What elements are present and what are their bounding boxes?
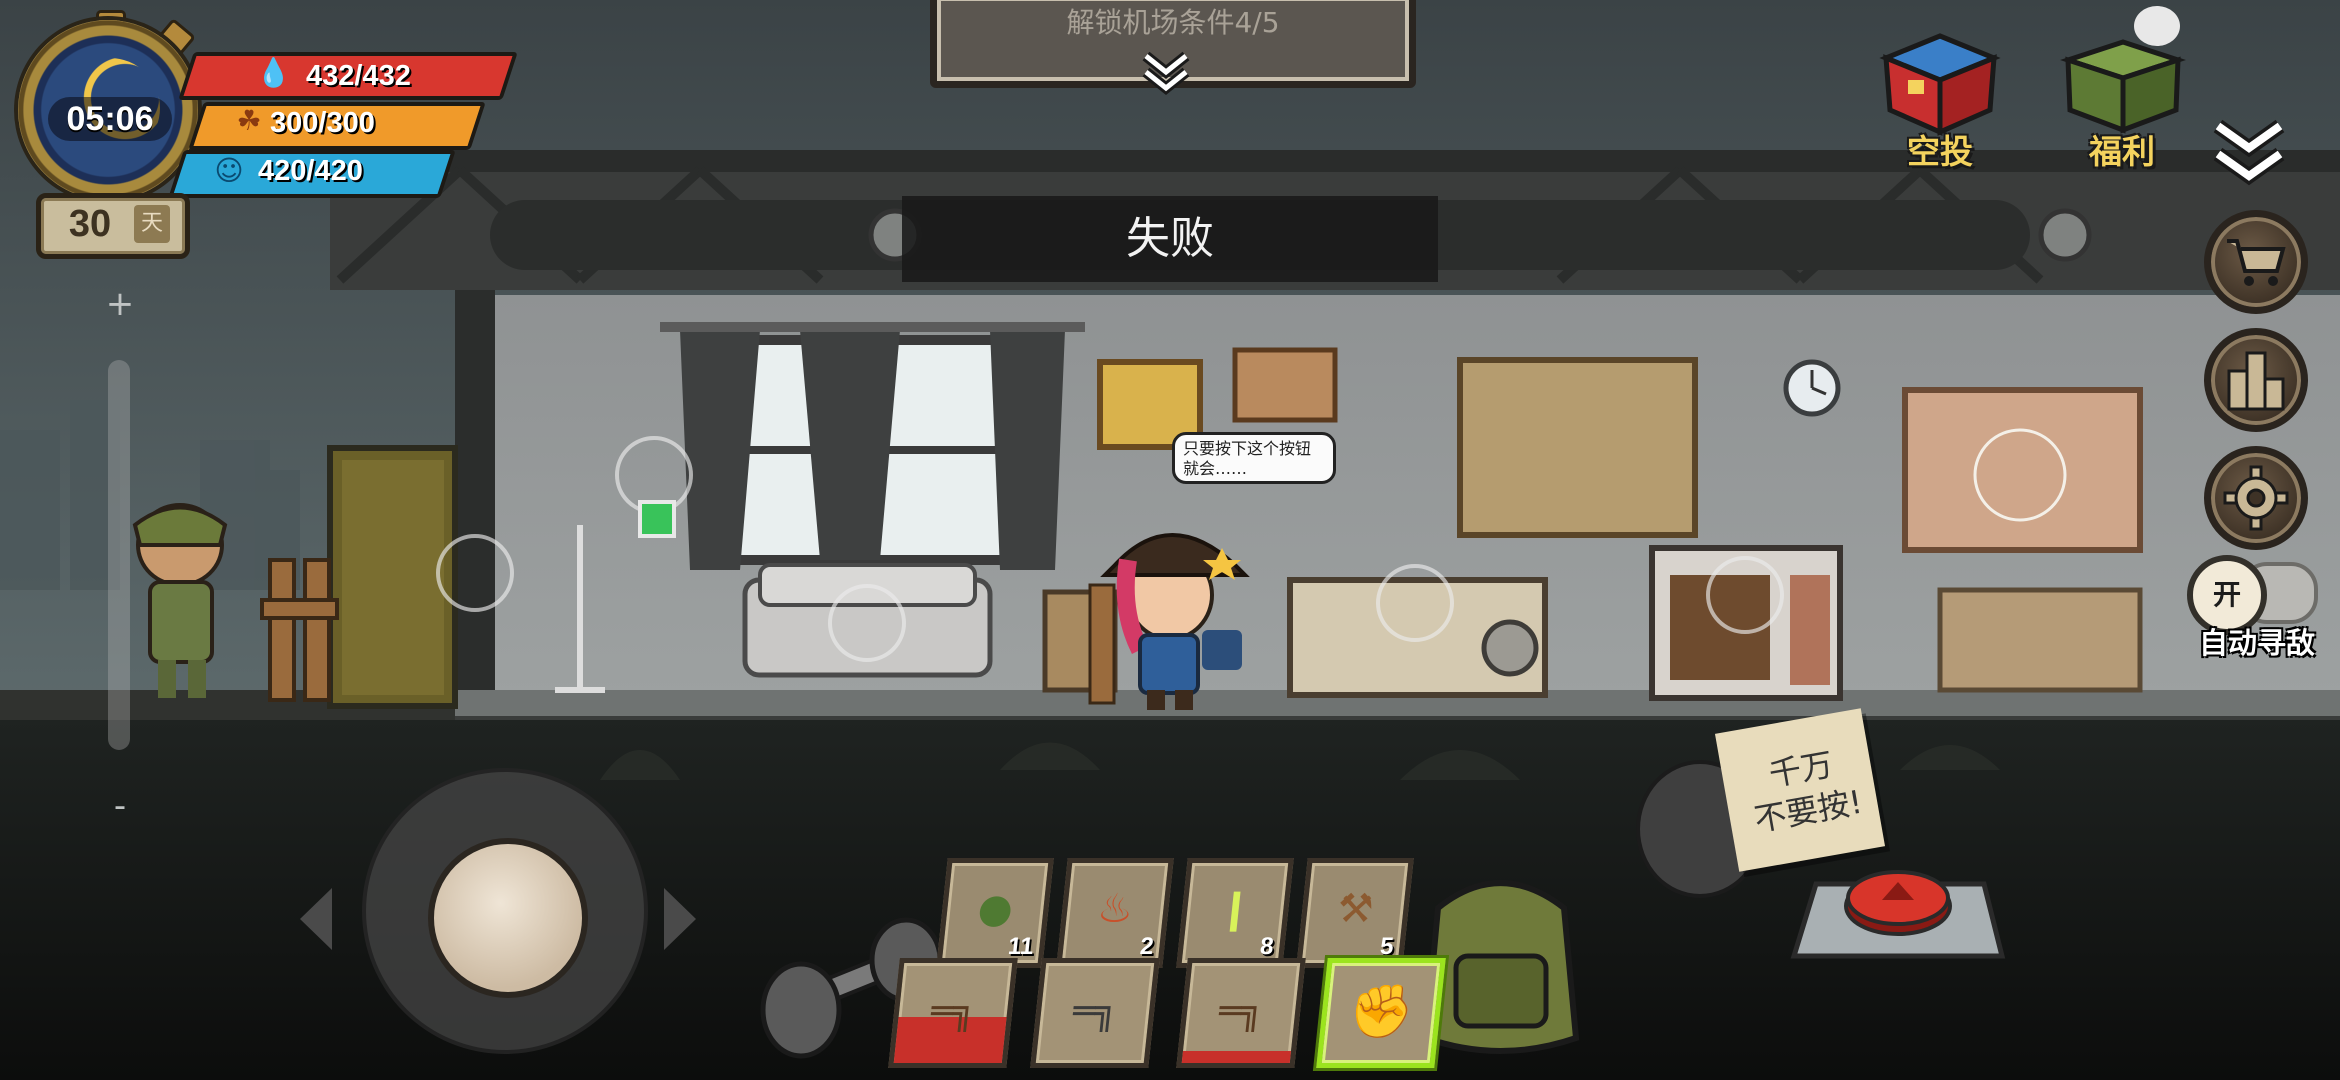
unlock-condition-text: 解锁机场条件4/5 [1066,6,1280,39]
airdrop-label: 空投 [1907,133,1973,170]
water-value: 420/420 [258,155,363,187]
zoom-in-button[interactable]: + [100,284,140,324]
day-unit: 天 [134,205,170,243]
speech-line-1: 只要按下这个按钮 [1183,439,1312,458]
ranking-button[interactable] [2204,328,2308,432]
durability-low-indicator [1181,1051,1292,1063]
consumable-slot[interactable]: ❙ 8 [1176,858,1294,968]
airdrop-button[interactable]: 空投 [1870,28,2010,178]
barricade-icon: ⚒ [1335,886,1376,932]
supply-crate-icon [2060,39,2186,134]
cart-icon [2227,239,2286,286]
weapon-slot[interactable]: ═╗ [888,958,1018,1068]
arrow-right-icon[interactable] [660,884,700,954]
red-push-button[interactable] [1790,864,2006,964]
interact-gear-stove[interactable] [1706,556,1784,634]
consumable-slot[interactable]: ♨ 2 [1056,858,1174,968]
stomach-icon: ☘ [236,104,262,137]
thirst-icon: ☺ [214,154,244,187]
weapon-slot[interactable]: ═╗ [1030,958,1160,1068]
generator-icon [638,500,676,538]
zoom-out-button[interactable]: - [100,786,140,826]
welfare-button[interactable]: 福利 [2052,6,2192,178]
item-count: 11 [1006,933,1035,960]
health-value: 432/432 [306,60,411,92]
speech-line-2: 就会…… [1183,459,1248,478]
consumable-slot[interactable]: ● 11 [936,858,1054,968]
gear-icon [2223,465,2289,531]
speech-bubble: 只要按下这个按钮 就会…… [1172,432,1336,484]
interact-gear-sofa[interactable] [828,584,906,662]
assault-rifle-icon: ═╗ [929,991,977,1032]
weapon-slot-selected[interactable]: ✊ [1316,958,1446,1068]
molotov-icon: ♨ [1095,886,1136,932]
arrow-left-icon[interactable] [296,884,336,954]
fist-icon: ✊ [1345,982,1417,1042]
item-count: 5 [1378,933,1395,960]
settings-button[interactable] [2204,446,2308,550]
grenade-icon: ● [975,886,1016,932]
rifle-icon: ═╗ [1071,991,1119,1032]
interact-door[interactable] [436,534,514,612]
consumable-slot[interactable]: ⚒ 5 [1296,858,1414,968]
weapon-slot[interactable]: ═╗ [1176,958,1306,1068]
auto-search-label: 自动寻敌 [2198,628,2315,660]
item-count: 2 [1138,933,1155,960]
shotgun-icon: ═╗ [1217,991,1265,1032]
collapse-menu-icon[interactable] [2210,118,2288,190]
podium-icon [2227,351,2285,411]
welfare-label: 福利 [2089,133,2155,170]
shop-button[interactable] [2204,210,2308,314]
blood-drop-icon: 💧 [256,56,291,89]
joystick-knob[interactable] [428,838,588,998]
airdrop-crate-icon [1879,33,2001,136]
hunger-value: 300/300 [270,107,375,139]
clock-time: 05:06 [48,97,172,141]
item-count: 8 [1258,933,1275,960]
chevron-down-icon[interactable] [1140,50,1192,96]
interact-gear-workbench[interactable] [1376,564,1454,642]
fail-message: 失败 [1126,213,1214,264]
day-number: 30 [68,203,112,245]
glowstick-icon: ❙ [1216,886,1255,932]
